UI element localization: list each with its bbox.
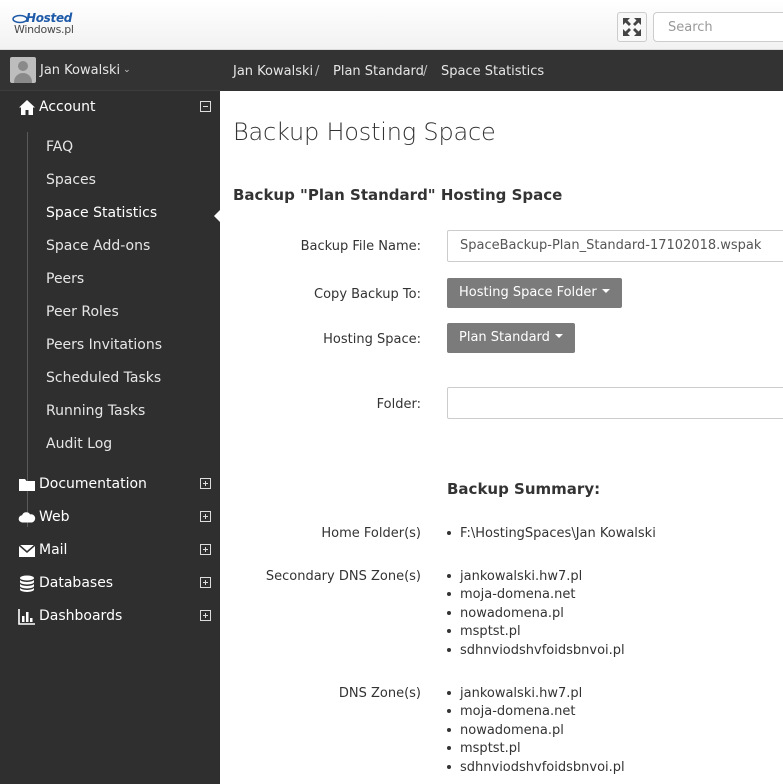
database-icon — [20, 575, 34, 592]
sidebar-group-label: Databases — [39, 575, 114, 591]
expand-icon — [623, 18, 641, 36]
sidebar: Jan Kowalski ⌄ Account FAQ Spaces Space … — [0, 50, 221, 784]
home-folder-label: Home Folder(s) — [321, 526, 421, 541]
sidebar-group-label: Mail — [39, 542, 68, 558]
secondary-dns-item: nowadomena.pl — [447, 606, 564, 621]
sidebar-group-web[interactable]: Web — [0, 501, 220, 534]
backup-file-name-label: Backup File Name: — [300, 239, 421, 254]
copy-backup-to-dropdown[interactable]: Hosting Space Folder — [447, 278, 622, 308]
sidebar-item-faq[interactable]: FAQ — [46, 139, 73, 155]
home-folder-item: F:\HostingSpaces\Jan Kowalski — [447, 526, 656, 541]
sidebar-item-running-tasks[interactable]: Running Tasks — [46, 403, 145, 419]
secondary-dns-item: jankowalski.hw7.pl — [447, 569, 582, 584]
breadcrumb-plan[interactable]: Plan Standard — [333, 64, 424, 79]
hosting-space-dropdown[interactable]: Plan Standard — [447, 323, 575, 353]
breadcrumb-current: Space Statistics — [441, 64, 545, 79]
breadcrumb-separator: / — [423, 64, 428, 79]
sidebar-group-label: Dashboards — [39, 608, 123, 624]
cloud-icon — [18, 512, 36, 523]
dns-zone-item: sdhnviodshvfoidsbnvoi.pl — [447, 760, 625, 775]
expand-plus-icon[interactable] — [200, 478, 211, 489]
backup-file-name-input[interactable]: SpaceBackup-Plan_Standard-17102018.wspak — [447, 230, 783, 262]
breadcrumb-user[interactable]: Jan Kowalski — [233, 64, 313, 79]
secondary-dns-label: Secondary DNS Zone(s) — [265, 569, 421, 584]
top-header: Hosted Windows.pl Search — [0, 0, 783, 50]
breadcrumb: Jan Kowalski / Plan Standard / Space Sta… — [220, 50, 783, 91]
avatar — [10, 57, 36, 83]
dns-zone-item: moja-domena.net — [447, 704, 575, 719]
user-name: Jan Kowalski — [40, 62, 121, 78]
dns-zone-item: nowadomena.pl — [447, 723, 564, 738]
sidebar-item-peer-roles[interactable]: Peer Roles — [46, 304, 119, 320]
expand-plus-icon[interactable] — [200, 544, 211, 555]
sidebar-item-scheduled-tasks[interactable]: Scheduled Tasks — [46, 370, 161, 386]
main-content: Backup Hosting Space Backup "Plan Standa… — [220, 91, 783, 784]
sidebar-item-peers[interactable]: Peers — [46, 271, 84, 287]
logo-text-bottom: Windows.pl — [14, 23, 74, 36]
user-menu[interactable]: Jan Kowalski ⌄ — [0, 50, 220, 91]
folder-label: Folder: — [376, 397, 421, 412]
expand-plus-icon[interactable] — [200, 610, 211, 621]
folder-icon — [19, 479, 35, 491]
page-title: Backup Hosting Space — [233, 118, 496, 146]
caret-down-icon — [554, 333, 563, 338]
sidebar-group-label: Web — [39, 509, 70, 525]
logo[interactable]: Hosted Windows.pl — [12, 11, 82, 39]
copy-backup-to-label: Copy Backup To: — [314, 287, 421, 302]
sidebar-group-databases[interactable]: Databases — [0, 567, 220, 600]
sidebar-group-mail[interactable]: Mail — [0, 534, 220, 567]
dns-zones-label: DNS Zone(s) — [338, 686, 421, 701]
dns-zone-item: jankowalski.hw7.pl — [447, 686, 582, 701]
sidebar-group-label: Account — [39, 99, 96, 115]
hosting-space-value: Plan Standard — [459, 330, 550, 345]
breadcrumb-separator: / — [315, 64, 320, 79]
sidebar-group-documentation[interactable]: Documentation — [0, 468, 220, 501]
sidebar-group-dashboards[interactable]: Dashboards — [0, 600, 220, 633]
sidebar-item-space-statistics[interactable]: Space Statistics — [46, 205, 157, 221]
secondary-dns-item: msptst.pl — [447, 624, 521, 639]
search-input[interactable]: Search — [653, 12, 783, 42]
fullscreen-button[interactable] — [617, 12, 647, 42]
sidebar-group-label: Documentation — [39, 476, 147, 492]
home-icon — [19, 100, 35, 115]
secondary-dns-item: sdhnviodshvfoidsbnvoi.pl — [447, 643, 625, 658]
envelope-icon — [18, 544, 36, 557]
sidebar-item-peers-invitations[interactable]: Peers Invitations — [46, 337, 162, 353]
sidebar-item-space-add-ons[interactable]: Space Add-ons — [46, 238, 150, 254]
section-title: Backup "Plan Standard" Hosting Space — [233, 186, 563, 204]
sidebar-group-account[interactable]: Account — [0, 91, 220, 124]
folder-input[interactable] — [447, 387, 783, 419]
bar-chart-icon — [18, 609, 35, 625]
backup-summary-title: Backup Summary: — [447, 480, 601, 498]
expand-plus-icon[interactable] — [200, 511, 211, 522]
sidebar-item-audit-log[interactable]: Audit Log — [46, 436, 112, 452]
collapse-icon[interactable] — [200, 101, 211, 112]
expand-plus-icon[interactable] — [200, 577, 211, 588]
chevron-down-icon: ⌄ — [123, 65, 131, 75]
sidebar-item-spaces[interactable]: Spaces — [46, 172, 96, 188]
secondary-dns-item: moja-domena.net — [447, 587, 575, 602]
hosting-space-label: Hosting Space: — [323, 332, 421, 347]
dns-zone-item: msptst.pl — [447, 741, 521, 756]
copy-backup-to-value: Hosting Space Folder — [459, 285, 597, 300]
caret-down-icon — [601, 288, 610, 293]
